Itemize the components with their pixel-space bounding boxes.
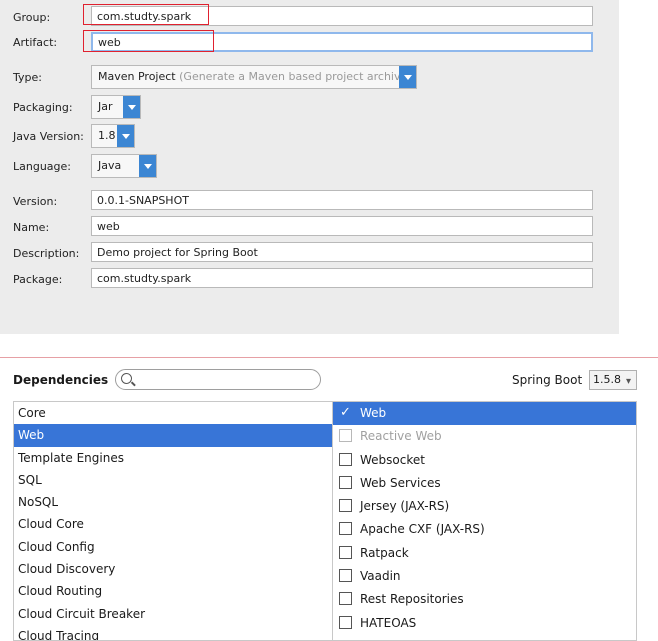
category-item-nosql[interactable]: NoSQL <box>14 491 332 513</box>
language-select-value: Java <box>98 159 122 172</box>
category-item-cloud-tracing[interactable]: Cloud Tracing <box>14 625 332 640</box>
category-item-cloud-config[interactable]: Cloud Config <box>14 536 332 558</box>
type-select[interactable]: Maven Project (Generate a Maven based pr… <box>91 65 417 89</box>
search-icon <box>121 373 132 384</box>
group-label: Group: <box>13 11 51 24</box>
dependency-label: Websocket <box>360 452 425 467</box>
category-item-cloud-core[interactable]: Cloud Core <box>14 513 332 535</box>
spring-boot-version-select[interactable]: 1.5.8 ▾ <box>589 370 637 390</box>
spring-boot-label: Spring Boot <box>512 373 583 387</box>
dependency-label: HATEOAS <box>360 615 417 630</box>
chevron-down-icon <box>399 66 416 88</box>
version-label: Version: <box>13 195 58 208</box>
category-item-cloud-discovery[interactable]: Cloud Discovery <box>14 558 332 580</box>
dependency-label: Web <box>360 406 387 420</box>
checkbox-icon <box>339 429 352 443</box>
dependency-list[interactable]: ✓ Web Reactive Web Websocket Web Services Jer… <box>333 401 637 641</box>
dependency-item[interactable]: Jersey (JAX-RS) <box>333 495 636 518</box>
java-version-select-value: 1.8 <box>98 129 116 142</box>
category-item-web[interactable]: Web <box>14 424 332 447</box>
dependency-item[interactable]: Web Services <box>333 472 636 495</box>
category-item-cloud-circuit-breaker[interactable]: Cloud Circuit Breaker <box>14 603 332 625</box>
dependency-item[interactable]: Vaadin <box>333 565 636 588</box>
artifact-highlight-box <box>83 30 214 52</box>
dependency-label: Web Services <box>360 475 441 490</box>
dependency-label: Vaadin <box>360 569 401 584</box>
dependency-item[interactable]: HATEOAS <box>333 612 636 635</box>
packaging-label: Packaging: <box>13 101 73 114</box>
java-version-label: Java Version: <box>13 130 84 143</box>
artifact-label: Artifact: <box>13 36 58 49</box>
checkbox-icon[interactable] <box>339 499 352 513</box>
checkbox-icon[interactable] <box>339 592 352 606</box>
checkbox-icon[interactable] <box>339 452 352 466</box>
checkbox-icon[interactable] <box>339 545 352 559</box>
dependency-label: Rest Repositories <box>360 592 464 607</box>
chevron-down-icon <box>139 155 156 177</box>
checkbox-icon[interactable] <box>339 475 352 489</box>
category-item-cloud-routing[interactable]: Cloud Routing <box>14 580 332 602</box>
dependency-label: Reactive Web <box>360 429 442 444</box>
chevron-down-icon <box>117 125 134 147</box>
java-version-select[interactable]: 1.8 <box>91 124 135 148</box>
dependency-item[interactable]: Websocket <box>333 449 636 472</box>
description-label: Description: <box>13 247 80 260</box>
checkbox-icon[interactable] <box>339 569 352 583</box>
name-field[interactable]: web <box>91 216 593 236</box>
package-field[interactable]: com.studty.spark <box>91 268 593 288</box>
checkbox-icon[interactable] <box>339 615 352 629</box>
checkbox-checked-icon[interactable]: ✓ <box>340 406 353 419</box>
type-select-hint: (Generate a Maven based project archive) <box>179 70 412 83</box>
dependency-item[interactable]: ✓ Web <box>333 402 636 426</box>
dependency-label: Ratpack <box>360 545 409 560</box>
version-field[interactable]: 0.0.1-SNAPSHOT <box>91 190 593 210</box>
dependency-item: Reactive Web <box>333 425 636 448</box>
type-label: Type: <box>13 71 42 84</box>
dependencies-title: Dependencies <box>13 373 109 387</box>
checkbox-icon[interactable] <box>339 522 352 536</box>
category-list[interactable]: Core Web Template Engines SQL NoSQL Cloud Cor… <box>13 401 333 641</box>
chevron-down-icon <box>123 96 140 118</box>
dependency-label: Apache CXF (JAX-RS) <box>360 522 485 537</box>
dependency-search-input[interactable] <box>115 369 321 390</box>
section-divider <box>0 357 658 358</box>
spring-boot-version-value: 1.5.8 <box>593 373 621 386</box>
package-label: Package: <box>13 273 63 286</box>
category-item-core[interactable]: Core <box>14 402 332 424</box>
packaging-select-value: Jar <box>98 100 113 113</box>
packaging-select[interactable]: Jar <box>91 95 141 119</box>
category-item-template-engines[interactable]: Template Engines <box>14 447 332 469</box>
dependency-item[interactable]: Ratpack <box>333 542 636 565</box>
description-field[interactable]: Demo project for Spring Boot <box>91 242 593 262</box>
dependency-item[interactable]: Apache CXF (JAX-RS) <box>333 518 636 541</box>
dependency-item[interactable]: Rest Repositories <box>333 588 636 611</box>
chevron-down-icon: ▾ <box>625 376 631 387</box>
name-label: Name: <box>13 221 50 234</box>
language-label: Language: <box>13 160 71 173</box>
language-select[interactable]: Java <box>91 154 157 178</box>
group-highlight-box <box>83 4 209 25</box>
dependency-label: Jersey (JAX-RS) <box>360 499 450 514</box>
category-item-sql[interactable]: SQL <box>14 469 332 491</box>
type-select-value: Maven Project <box>98 70 176 83</box>
